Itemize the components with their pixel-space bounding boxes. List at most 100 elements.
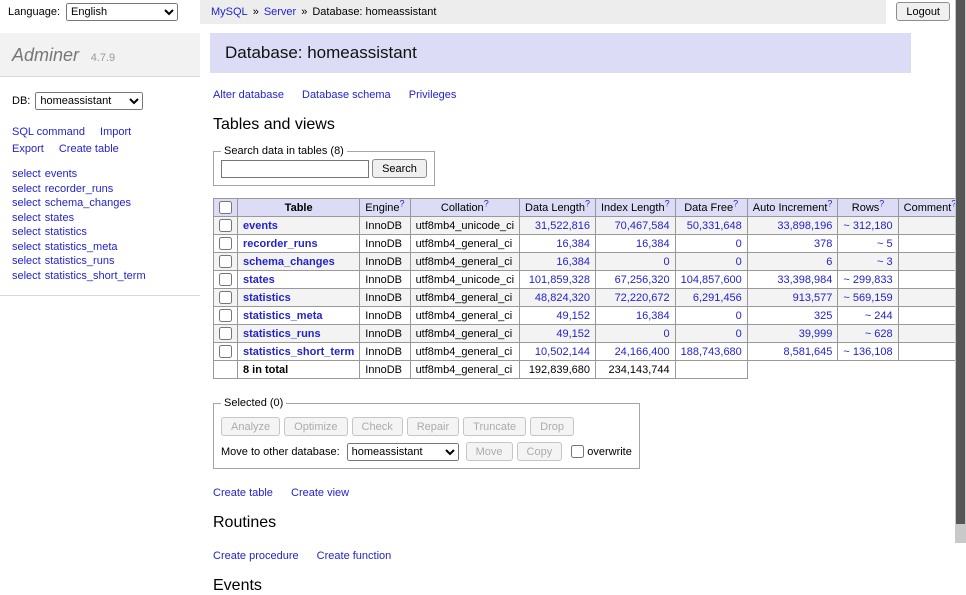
data-free-link[interactable]: 0 [736, 238, 742, 250]
adminer-logo-link[interactable]: Adminer [12, 45, 79, 65]
check-button[interactable]: Check [352, 417, 403, 436]
rows-link[interactable]: ~ 136,108 [843, 346, 892, 358]
engine-help-link[interactable]: ? [400, 198, 405, 208]
sidebar-table-link[interactable]: statistics_runs [45, 255, 115, 267]
repair-button[interactable]: Repair [407, 417, 459, 436]
create-table-link[interactable]: Create table [59, 143, 119, 155]
row-select-checkbox[interactable] [219, 273, 232, 286]
import-link[interactable]: Import [100, 126, 131, 138]
auto-increment-link[interactable]: 8,581,645 [783, 346, 832, 358]
data-length-link[interactable]: 101,859,328 [529, 274, 590, 286]
row-select-checkbox[interactable] [219, 345, 232, 358]
row-select-checkbox[interactable] [219, 309, 232, 322]
index-length-link[interactable]: 24,166,400 [615, 346, 670, 358]
data-free-link[interactable]: 6,291,456 [693, 292, 742, 304]
data-free-link[interactable]: 0 [736, 328, 742, 340]
rows-link[interactable]: ~ 5 [877, 238, 893, 250]
overwrite-checkbox[interactable] [571, 445, 584, 458]
row-select-checkbox[interactable] [219, 219, 232, 232]
sql-command-link[interactable]: SQL command [12, 126, 85, 138]
language-select[interactable]: English [66, 3, 178, 21]
index-length-link[interactable]: 70,467,584 [615, 220, 670, 232]
data-length-link[interactable]: 49,152 [556, 328, 590, 340]
sidebar-select-link[interactable]: select [12, 270, 41, 282]
sidebar-select-link[interactable]: select [12, 183, 41, 195]
rows-link[interactable]: ~ 628 [865, 328, 893, 340]
create-function-link[interactable]: Create function [317, 550, 392, 562]
sidebar-select-link[interactable]: select [12, 255, 41, 267]
sidebar-table-link[interactable]: schema_changes [45, 197, 131, 209]
data-length-link[interactable]: 49,152 [556, 310, 590, 322]
create-table-link-main[interactable]: Create table [213, 487, 273, 499]
scrollbar-thumb[interactable] [956, 0, 965, 524]
sidebar-select-link[interactable]: select [12, 241, 41, 253]
create-view-link[interactable]: Create view [291, 487, 349, 499]
database-schema-link[interactable]: Database schema [302, 89, 391, 101]
row-select-checkbox[interactable] [219, 327, 232, 340]
table-name-link[interactable]: statistics_meta [243, 310, 323, 322]
data-length-link[interactable]: 16,384 [556, 256, 590, 268]
index-length-help-link[interactable]: ? [665, 198, 670, 208]
search-button[interactable]: Search [372, 159, 427, 178]
data-length-link[interactable]: 10,502,144 [535, 346, 590, 358]
db-select[interactable]: homeassistant [35, 92, 143, 110]
data-free-help-link[interactable]: ? [733, 198, 738, 208]
rows-link[interactable]: ~ 3 [877, 256, 893, 268]
auto-increment-link[interactable]: 325 [814, 310, 832, 322]
sidebar-table-link[interactable]: statistics [45, 226, 87, 238]
index-length-link[interactable]: 0 [664, 328, 670, 340]
rows-link[interactable]: ~ 244 [865, 310, 893, 322]
logout-button[interactable]: Logout [896, 2, 950, 21]
copy-button[interactable]: Copy [517, 442, 563, 461]
data-length-link[interactable]: 48,824,320 [535, 292, 590, 304]
row-select-checkbox[interactable] [219, 291, 232, 304]
rows-link[interactable]: ~ 312,180 [843, 220, 892, 232]
search-input[interactable] [221, 160, 369, 178]
optimize-button[interactable]: Optimize [284, 417, 347, 436]
move-button[interactable]: Move [466, 442, 513, 461]
move-database-select[interactable]: homeassistant [347, 443, 459, 461]
auto-increment-help-link[interactable]: ? [827, 198, 832, 208]
table-name-link[interactable]: recorder_runs [243, 238, 318, 250]
select-all-checkbox[interactable] [219, 201, 232, 214]
auto-increment-link[interactable]: 39,999 [799, 328, 833, 340]
table-name-link[interactable]: statistics_runs [243, 328, 321, 340]
auto-increment-link[interactable]: 33,898,196 [777, 220, 832, 232]
breadcrumb-mysql-link[interactable]: MySQL [211, 6, 248, 18]
sidebar-table-link[interactable]: events [45, 168, 77, 180]
sidebar-select-link[interactable]: select [12, 168, 41, 180]
sidebar-table-link[interactable]: statistics_short_term [45, 270, 146, 282]
auto-increment-link[interactable]: 378 [814, 238, 832, 250]
alter-database-link[interactable]: Alter database [213, 89, 284, 101]
table-name-link[interactable]: statistics_short_term [243, 346, 354, 358]
rows-link[interactable]: ~ 299,833 [843, 274, 892, 286]
data-free-link[interactable]: 104,857,600 [681, 274, 742, 286]
table-name-link[interactable]: states [243, 274, 275, 286]
auto-increment-link[interactable]: 913,577 [793, 292, 833, 304]
sidebar-table-link[interactable]: states [45, 212, 74, 224]
sidebar-select-link[interactable]: select [12, 212, 41, 224]
index-length-link[interactable]: 16,384 [636, 310, 670, 322]
table-name-link[interactable]: statistics [243, 292, 291, 304]
collation-help-link[interactable]: ? [484, 198, 489, 208]
drop-button[interactable]: Drop [530, 417, 574, 436]
row-select-checkbox[interactable] [219, 237, 232, 250]
data-free-link[interactable]: 0 [736, 256, 742, 268]
data-free-link[interactable]: 0 [736, 310, 742, 322]
data-length-help-link[interactable]: ? [585, 198, 590, 208]
breadcrumb-server-link[interactable]: Server [264, 6, 296, 18]
data-free-link[interactable]: 50,331,648 [687, 220, 742, 232]
table-name-link[interactable]: events [243, 220, 278, 232]
index-length-link[interactable]: 72,220,672 [615, 292, 670, 304]
row-select-checkbox[interactable] [219, 255, 232, 268]
index-length-link[interactable]: 0 [664, 256, 670, 268]
sidebar-table-link[interactable]: recorder_runs [45, 183, 113, 195]
data-length-link[interactable]: 31,522,816 [535, 220, 590, 232]
rows-help-link[interactable]: ? [879, 198, 884, 208]
privileges-link[interactable]: Privileges [409, 89, 457, 101]
analyze-button[interactable]: Analyze [221, 417, 280, 436]
data-free-link[interactable]: 188,743,680 [681, 346, 742, 358]
data-length-link[interactable]: 16,384 [556, 238, 590, 250]
auto-increment-link[interactable]: 6 [826, 256, 832, 268]
rows-link[interactable]: ~ 569,159 [843, 292, 892, 304]
